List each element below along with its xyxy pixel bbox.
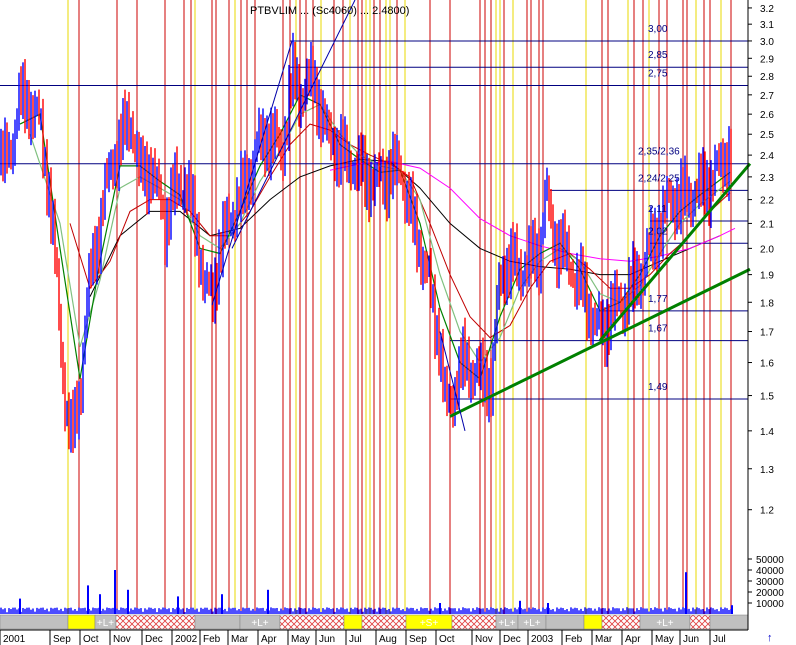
signal-label: +L+ bbox=[656, 618, 673, 629]
level-label: 2,75 bbox=[648, 68, 668, 79]
x-tick-label: Feb bbox=[565, 634, 583, 645]
x-tick-label: May bbox=[291, 634, 310, 645]
y-tick-label: 2.4 bbox=[760, 151, 774, 162]
x-tick-label: Apr bbox=[261, 634, 277, 645]
signal-bar: +L+ +L+ +S+ +L+ +L+ +L+ bbox=[0, 614, 749, 630]
x-tick-label: 2003 bbox=[531, 634, 554, 645]
x-tick-label: Dec bbox=[145, 634, 163, 645]
y-tick-label: 2.3 bbox=[760, 173, 774, 184]
x-tick-label: Jun bbox=[319, 634, 335, 645]
level-label: 2,11 bbox=[648, 204, 667, 215]
signal-segment bbox=[194, 614, 241, 630]
signal-segment bbox=[67, 614, 96, 630]
level-label: 3,00 bbox=[648, 24, 668, 35]
level-label: 2,85 bbox=[648, 50, 668, 61]
x-tick-label: 2002 bbox=[175, 634, 198, 645]
x-tick-label: Mar bbox=[595, 634, 613, 645]
y-tick-label: 3.1 bbox=[760, 20, 774, 31]
x-tick-label: Nov bbox=[475, 634, 493, 645]
y-tick-label: 1.6 bbox=[760, 359, 774, 370]
y-tick-label: 1.8 bbox=[760, 298, 774, 309]
signal-segment bbox=[0, 614, 69, 630]
x-tick-label: Apr bbox=[625, 634, 641, 645]
signal-label: +L+ bbox=[498, 618, 515, 629]
chart-title-overlay: ... (Sc4060) ... 2.4800) bbox=[300, 5, 409, 17]
x-tick-label: Oct bbox=[439, 634, 455, 645]
x-tick-label: Dec bbox=[503, 634, 521, 645]
x-tick-label: Jul bbox=[349, 634, 362, 645]
signal-segment bbox=[451, 614, 497, 630]
y-tick-label: 1.3 bbox=[760, 465, 774, 476]
signal-segment bbox=[115, 614, 196, 630]
x-tick-label: Jun bbox=[683, 634, 699, 645]
volume-tick-label: 20000 bbox=[756, 588, 784, 599]
level-label: 1,49 bbox=[648, 382, 668, 393]
y-tick-label: 2.0 bbox=[760, 244, 774, 255]
y-tick-label: 2.7 bbox=[760, 91, 774, 102]
y-tick-label: 3.2 bbox=[760, 4, 774, 15]
x-tick-label: Nov bbox=[113, 634, 131, 645]
signal-segment bbox=[361, 614, 407, 630]
signal-label: +L+ bbox=[251, 618, 268, 629]
volume-tick-label: 50000 bbox=[756, 555, 784, 566]
level-label: 2,35/2,36 bbox=[638, 147, 680, 158]
x-tick-label: Aug bbox=[379, 634, 397, 645]
y-tick-label: 1.2 bbox=[760, 506, 774, 517]
x-tick-label: Mar bbox=[231, 634, 249, 645]
volume-tick-label: 40000 bbox=[756, 566, 784, 577]
x-tick-label: Feb bbox=[203, 634, 221, 645]
volume-tick-label: 30000 bbox=[756, 577, 784, 588]
level-label: 1,67 bbox=[648, 324, 668, 335]
level-label: 2,24/2,25 bbox=[638, 173, 680, 184]
y-tick-label: 2.6 bbox=[760, 110, 774, 121]
level-label: 1,77 bbox=[648, 294, 668, 305]
signal-segment bbox=[689, 614, 711, 630]
signal-segment bbox=[583, 614, 603, 630]
signal-segment bbox=[343, 614, 363, 630]
signal-segment bbox=[279, 614, 345, 630]
x-tick-label: Oct bbox=[83, 634, 99, 645]
stock-chart: 3,00 2,85 2,75 2,35/2,36 2,24/2,25 2,11 2,02 1,… bbox=[0, 0, 784, 645]
y-tick-label: 3.0 bbox=[760, 37, 774, 48]
y-axis: 1.2 1.3 1.4 1.5 1.6 1.7 1.8 1.9 2.0 2.1 2.2 2.3 2.4 2… bbox=[747, 0, 784, 630]
x-tick-label: Sep bbox=[53, 634, 71, 645]
x-tick-label: Sep bbox=[409, 634, 427, 645]
x-tick-label: Jul bbox=[713, 634, 726, 645]
y-tick-label: 1.5 bbox=[760, 392, 774, 403]
volume-tick-label: 10000 bbox=[756, 599, 784, 610]
y-tick-label: 2.2 bbox=[760, 196, 774, 207]
y-tick-label: 1.7 bbox=[760, 328, 774, 339]
signal-segment bbox=[601, 614, 641, 630]
y-tick-label: 1.9 bbox=[760, 271, 774, 282]
y-tick-label: 2.9 bbox=[760, 54, 774, 65]
scroll-up-arrow[interactable]: ↑ bbox=[767, 632, 773, 644]
signal-segment bbox=[545, 614, 585, 630]
y-tick-label: 2.5 bbox=[760, 130, 774, 141]
x-tick-label: May bbox=[655, 634, 674, 645]
chart-title: PTBVLIM bbox=[250, 5, 297, 17]
y-tick-label: 2.8 bbox=[760, 72, 774, 83]
y-tick-label: 2.1 bbox=[760, 219, 774, 230]
level-label: 2,02 bbox=[648, 226, 668, 237]
signal-label: +S+ bbox=[420, 618, 439, 629]
signal-segment bbox=[709, 614, 749, 630]
x-tick-label: 2001 bbox=[3, 634, 26, 645]
signal-label: +L+ bbox=[97, 618, 114, 629]
signal-label: +L+ bbox=[523, 618, 540, 629]
y-tick-label: 1.4 bbox=[760, 427, 774, 438]
